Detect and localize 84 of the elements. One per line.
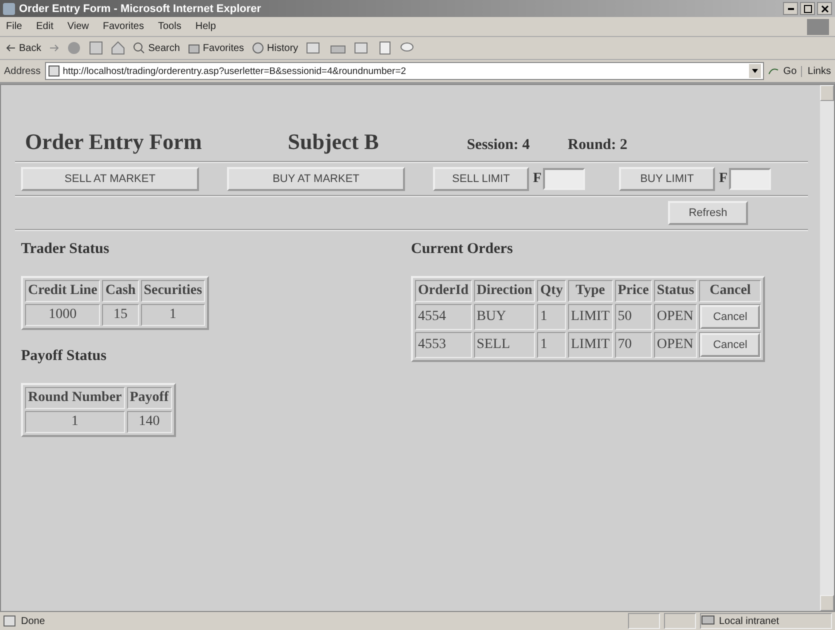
close-button[interactable] — [817, 2, 832, 15]
cancel-button[interactable]: Cancel — [700, 305, 760, 329]
page-icon — [3, 615, 17, 627]
price-field-label: F — [533, 171, 542, 187]
column-header: Qty — [537, 280, 566, 302]
links-button[interactable]: Links — [800, 66, 831, 76]
column-header: Type — [568, 280, 613, 302]
table-cell: 1 — [140, 304, 206, 326]
section-heading: Current Orders — [411, 241, 514, 258]
table-cell: 50 — [614, 304, 652, 330]
vertical-scrollbar[interactable] — [820, 85, 834, 611]
price-input[interactable] — [542, 168, 585, 190]
favorites-button[interactable]: Favorites — [188, 42, 244, 54]
table-cell: OPEN — [654, 304, 698, 330]
column-header: OrderId — [415, 280, 472, 302]
computer-icon — [701, 615, 715, 627]
close-icon — [820, 4, 828, 12]
history-button[interactable]: History — [252, 42, 298, 54]
column-header: Round Number — [25, 387, 125, 409]
forward-arrow-icon[interactable] — [49, 44, 60, 52]
order-button[interactable]: BUY AT MARKET — [227, 167, 405, 191]
status-pane — [664, 613, 696, 629]
order-button[interactable]: BUY LIMIT — [619, 167, 715, 191]
subject-label: Subject B — [288, 129, 379, 155]
page-icon — [48, 65, 60, 77]
table-cell: 1 — [25, 411, 125, 433]
clock-icon — [252, 42, 264, 54]
menu-item[interactable]: Favorites — [102, 21, 144, 32]
back-button[interactable]: Back — [6, 42, 42, 54]
menu-item[interactable]: Tools — [158, 21, 182, 32]
table-cell: 1000 — [25, 304, 100, 326]
column-header: Securities — [140, 280, 206, 302]
search-icon — [133, 42, 146, 54]
table-cell: 1 — [537, 304, 566, 330]
folder-icon — [188, 42, 200, 54]
table-cell: SELL — [474, 332, 536, 358]
menu-item[interactable]: File — [6, 21, 22, 32]
section-heading: Payoff Status — [21, 348, 108, 365]
column-header: Cancel — [699, 280, 762, 302]
price-input[interactable] — [728, 168, 771, 190]
table-cell: 4553 — [415, 332, 472, 358]
column-header: Price — [614, 280, 652, 302]
cancel-button[interactable]: Cancel — [700, 333, 760, 357]
column-header: Credit Line — [25, 280, 100, 302]
refresh-button[interactable]: Refresh — [668, 201, 748, 225]
menu-item[interactable]: Help — [195, 21, 216, 32]
table-cell: LIMIT — [568, 332, 613, 358]
minimize-icon — [788, 8, 794, 10]
round-label: Round: 2 — [568, 137, 628, 154]
table-cell: BUY — [474, 304, 536, 330]
zone-indicator: Local intranet — [700, 613, 832, 629]
column-header: Status — [654, 280, 698, 302]
price-field-label: F — [719, 171, 728, 187]
stop-icon[interactable] — [67, 41, 82, 55]
menu-item[interactable]: View — [67, 21, 89, 32]
go-button[interactable]: Go — [768, 66, 797, 76]
table-cell: OPEN — [654, 332, 698, 358]
back-arrow-icon — [6, 44, 16, 52]
form-title: Order Entry Form — [25, 129, 202, 155]
address-field[interactable]: http://localhost/trading/orderentry.asp?userletter=B&sessionid=4&roundnumber=2 — [44, 62, 764, 80]
column-header: Payoff — [126, 387, 172, 409]
section-heading: Trader Status — [21, 241, 110, 258]
table-cell: 140 — [126, 411, 172, 433]
table-cell: 70 — [614, 332, 652, 358]
table-cell: 1 — [537, 332, 566, 358]
table-cell: 15 — [102, 304, 139, 326]
menu-item[interactable]: Edit — [36, 21, 54, 32]
document-icon[interactable] — [378, 41, 392, 55]
window-title: Order Entry Form - Microsoft Internet Explorer — [19, 2, 262, 14]
column-header: Cash — [102, 280, 139, 302]
search-button[interactable]: Search — [133, 42, 180, 54]
address-label: Address — [4, 66, 41, 76]
home-icon[interactable] — [111, 41, 126, 55]
minimize-button[interactable] — [783, 2, 798, 15]
maximize-icon — [804, 4, 812, 12]
order-button[interactable]: SELL AT MARKET — [21, 167, 199, 191]
session-label: Session: 4 — [466, 137, 530, 154]
column-header: Direction — [474, 280, 536, 302]
table-cell: LIMIT — [568, 304, 613, 330]
table-cell: 4554 — [415, 304, 472, 330]
status-pane — [628, 613, 660, 629]
status-text: Done — [21, 616, 45, 626]
maximize-button[interactable] — [800, 2, 815, 15]
order-button[interactable]: SELL LIMIT — [433, 167, 529, 191]
